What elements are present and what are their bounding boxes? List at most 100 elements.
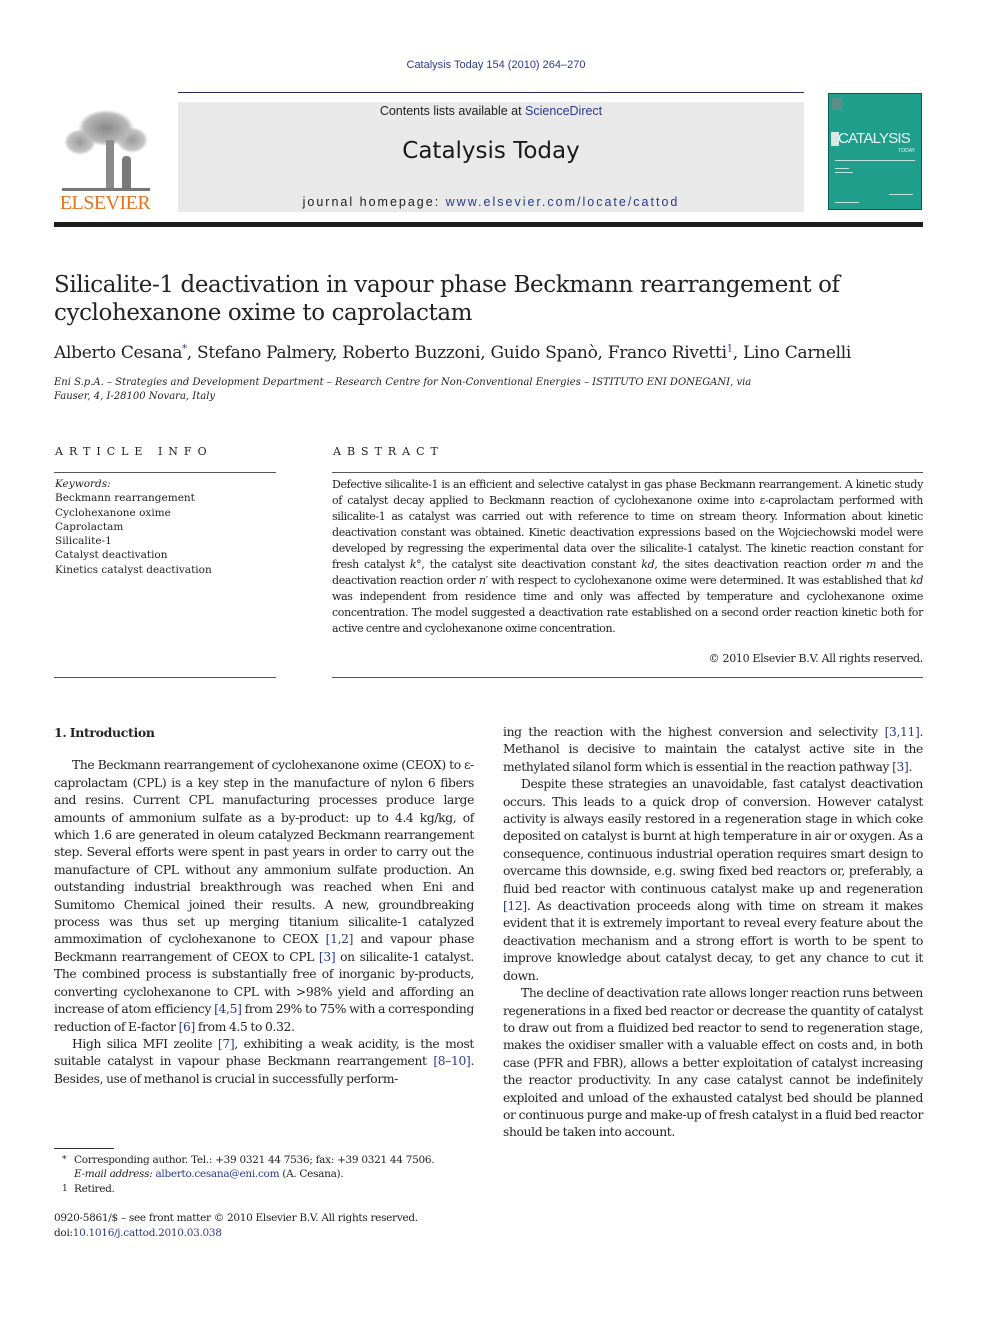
- cover-subtitle: TODAY: [898, 148, 915, 154]
- text-segment: The Beckmann rearrangement of cyclohexan…: [54, 758, 474, 947]
- math-symbol: k°: [409, 558, 422, 571]
- issn-line: 0920-5861/$ – see front matter © 2010 El…: [54, 1212, 418, 1224]
- body-column-left: 1. Introduction The Beckmann rearrangeme…: [54, 724, 474, 1088]
- keyword-item: Silicalite-1: [55, 535, 112, 548]
- keyword-item: Beckmann rearrangement: [55, 492, 195, 505]
- paragraph: Despite these strategies an unavoidable,…: [503, 776, 923, 985]
- homepage-line: journal homepage: www.elsevier.com/locat…: [178, 195, 804, 209]
- journal-cover-thumbnail[interactable]: CATALYSIS TODAY: [828, 93, 922, 210]
- masthead-top-rule: [178, 92, 804, 93]
- author-list: Alberto Cesana*, Stefano Palmery, Robert…: [54, 343, 934, 363]
- citation-link[interactable]: [3,11]: [885, 725, 920, 739]
- cover-publisher-mark: [832, 98, 842, 110]
- abstract-segment: was independent from residence time and …: [332, 590, 923, 635]
- author-separator: ,: [331, 343, 343, 363]
- paragraph: High silica MFI zeolite [7], exhibiting …: [54, 1036, 474, 1088]
- footnote-retired: 1 Retired.: [54, 1182, 474, 1196]
- body-column-right: ing the reaction with the highest conver…: [503, 724, 923, 1142]
- author-separator: ,: [732, 343, 743, 363]
- divider: [54, 472, 276, 473]
- math-symbol: m: [866, 558, 877, 571]
- citation-link[interactable]: [6]: [179, 1020, 196, 1034]
- footnote-mark: 1: [62, 1183, 68, 1194]
- ground-line: [62, 188, 150, 191]
- author-name: Stefano Palmery: [197, 343, 332, 363]
- contents-prefix: Contents lists available at: [379, 104, 526, 118]
- masthead-bottom-rule: [54, 222, 923, 227]
- text-segment: High silica MFI zeolite: [72, 1036, 218, 1051]
- footnote-rule: [54, 1148, 114, 1149]
- text-segment: ing the reaction with the highest conver…: [503, 725, 885, 739]
- sciencedirect-link[interactable]: ScienceDirect: [525, 104, 602, 118]
- text-segment: . As deactivation proceeds along with ti…: [503, 899, 923, 983]
- divider: [332, 472, 923, 473]
- elsevier-logo[interactable]: ELSEVIER: [54, 104, 156, 216]
- author-separator: ,: [480, 343, 491, 363]
- paragraph: The decline of deactivation rate allows …: [503, 986, 923, 1140]
- author-separator: ,: [597, 343, 608, 363]
- figure-icon: [122, 156, 131, 190]
- tree-trunk-icon: [106, 140, 114, 190]
- math-symbol: kd: [641, 558, 655, 571]
- citation-link[interactable]: [8–10]: [433, 1054, 470, 1068]
- abstract-segment: with respect to cyclohexanone oxime were…: [487, 574, 910, 587]
- paragraph: The Beckmann rearrangement of cyclohexan…: [54, 757, 474, 1036]
- affiliation: Eni S.p.A. – Strategies and Development …: [54, 377, 752, 402]
- front-matter: 0920-5861/$ – see front matter © 2010 El…: [54, 1211, 474, 1241]
- cover-text-line: [835, 202, 859, 203]
- text-segment: .: [908, 759, 913, 774]
- running-head-citation[interactable]: Catalysis Today 154 (2010) 264–270: [0, 59, 992, 71]
- keyword-item: Catalyst deactivation: [55, 549, 168, 562]
- elsevier-wordmark: ELSEVIER: [59, 192, 151, 214]
- contents-line: Contents lists available at ScienceDirec…: [178, 104, 804, 118]
- journal-homepage-link[interactable]: www.elsevier.com/locate/cattod: [446, 195, 680, 209]
- abstract-text: Defective silicalite-1 is an efficient a…: [332, 477, 923, 637]
- article-info-heading: ARTICLE INFO: [55, 445, 213, 458]
- citation-link[interactable]: [7]: [218, 1037, 235, 1051]
- keyword-item: Caprolactam: [55, 520, 124, 533]
- footnote-text: Corresponding author. Tel.: +39 0321 44 …: [74, 1154, 435, 1166]
- doi-link[interactable]: 10.1016/j.cattod.2010.03.038: [73, 1227, 222, 1239]
- citation-link[interactable]: [12]: [503, 899, 527, 913]
- author-name: Roberto Buzzoni: [342, 343, 481, 363]
- journal-title: Catalysis Today: [402, 138, 580, 164]
- divider: [332, 677, 923, 678]
- paragraph: ing the reaction with the highest conver…: [503, 724, 923, 776]
- citation-link[interactable]: [4,5]: [214, 1002, 242, 1016]
- doi-prefix: doi:: [54, 1227, 73, 1239]
- cover-text-line: [889, 194, 913, 195]
- tree-icon: [56, 104, 154, 192]
- divider: [54, 677, 276, 678]
- footnote-mark: *: [62, 1155, 67, 1165]
- keyword-item: Kinetics catalyst deactivation: [55, 563, 212, 576]
- footnote-text: Retired.: [74, 1182, 115, 1195]
- keywords-block: Keywords: Beckmann rearrangement Cyclohe…: [55, 477, 277, 577]
- section-heading: 1. Introduction: [54, 725, 155, 740]
- email-link[interactable]: alberto.cesana@eni.com: [155, 1168, 279, 1180]
- cover-title: CATALYSIS: [838, 130, 911, 147]
- keywords-label: Keywords:: [55, 478, 111, 490]
- footnote-corresponding-author: * Corresponding author. Tel.: +39 0321 4…: [54, 1153, 474, 1182]
- cover-text-line: [835, 168, 849, 169]
- footnotes: * Corresponding author. Tel.: +39 0321 4…: [54, 1153, 474, 1196]
- keyword-item: Cyclohexanone oxime: [55, 506, 171, 519]
- author-separator: ,: [186, 343, 197, 363]
- cover-text-line: [835, 160, 915, 161]
- citation-link[interactable]: [1,2]: [326, 932, 354, 946]
- email-label: E-mail address:: [74, 1168, 156, 1181]
- abstract-heading: ABSTRACT: [333, 445, 444, 458]
- citation-link[interactable]: [3]: [319, 950, 336, 964]
- text-segment: from 4.5 to 0.32.: [194, 1019, 295, 1034]
- author-name: Guido Spanò: [490, 343, 598, 363]
- citation-link[interactable]: [3]: [892, 760, 909, 774]
- abstract-copyright: © 2010 Elsevier B.V. All rights reserved…: [708, 652, 924, 665]
- masthead-panel: Contents lists available at ScienceDirec…: [178, 102, 804, 212]
- abstract-segment: , the catalyst site deactivation constan…: [421, 558, 642, 571]
- author-name: Franco Rivetti: [607, 343, 727, 363]
- abstract-segment: , the sites deactivation reaction order: [654, 558, 866, 571]
- math-symbol: n′: [478, 574, 488, 587]
- math-symbol: kd: [910, 574, 924, 587]
- cover-text-line: [835, 172, 853, 173]
- author-name: Alberto Cesana: [54, 343, 183, 363]
- homepage-prefix: journal homepage:: [302, 195, 446, 209]
